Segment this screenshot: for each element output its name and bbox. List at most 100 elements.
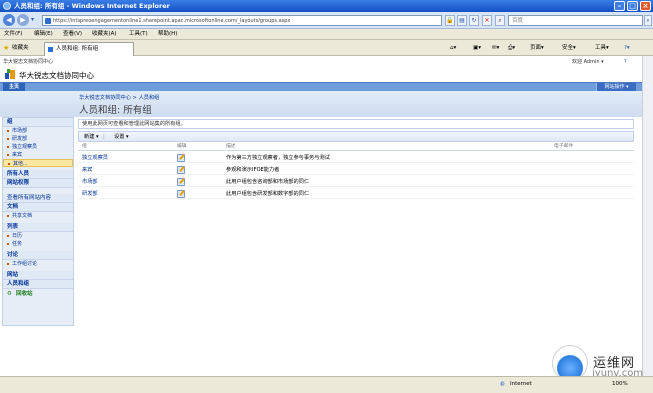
edit-icon[interactable]	[177, 154, 185, 162]
column-group[interactable]: 组	[82, 143, 87, 151]
site-actions-label: 网站操作	[604, 84, 625, 90]
page-title: 人员和组: 所有组	[79, 105, 152, 116]
ql-groups-heading[interactable]: 组	[3, 118, 73, 127]
forward-button[interactable]: ▶	[17, 14, 29, 26]
edit-icon[interactable]	[177, 166, 185, 174]
refresh-icon[interactable]: ↻	[469, 15, 479, 26]
ql-group-item[interactable]: 研发部	[3, 135, 73, 143]
column-email[interactable]: 电子邮件	[554, 143, 573, 151]
history-dropdown-icon[interactable]: ▾	[31, 16, 34, 23]
main-pane: 使用此网页可查看和管理此网站集的所有组。 新建 ▾ | 设置 ▾ 组 编辑 描述…	[78, 117, 634, 326]
breadcrumb: 华大锐志文档协同中心 > 人员和组	[79, 94, 159, 101]
ie-icon	[3, 2, 11, 10]
search-icon[interactable]: ⌕	[644, 15, 652, 26]
list-header: 组 编辑 描述 电子邮件	[78, 143, 634, 151]
welcome-text: 欢迎 Admin	[572, 59, 600, 65]
top-nav-bar: 主页 网站操作 ▾	[0, 82, 642, 92]
group-description: 此用户组包含研发部和数字部的同仁	[226, 191, 310, 197]
zoom-level[interactable]: 100%	[612, 381, 628, 387]
group-name-link[interactable]: 来宾	[82, 165, 92, 175]
menu-file[interactable]: 文件(F)	[4, 29, 22, 40]
home-icon[interactable]: ⌂▾	[450, 44, 456, 53]
menu-view[interactable]: 查看(V)	[63, 29, 82, 40]
edit-icon[interactable]	[177, 178, 185, 186]
stop-icon[interactable]: ✕	[482, 15, 492, 26]
close-button[interactable]: ×	[640, 1, 651, 11]
ql-group-item[interactable]: 独立观察员	[3, 143, 73, 151]
safety-menu-label: 安全	[562, 45, 574, 51]
page-menu[interactable]: 页面▾	[530, 44, 544, 53]
window-title-bar: 人员和组: 所有组 - Windows Internet Explorer – …	[0, 0, 653, 12]
ql-group-item[interactable]: 市场部	[3, 127, 73, 135]
minimize-button[interactable]: –	[614, 1, 625, 11]
menu-help[interactable]: 帮助(H)	[158, 29, 177, 40]
maximize-button[interactable]: □	[627, 1, 638, 11]
breadcrumb-root[interactable]: 华大锐志文档协同中心	[79, 95, 131, 101]
address-bar-row: ◀ ▶ ▾ https://intspreoengagementonline1.…	[0, 12, 653, 29]
ql-documents-heading[interactable]: 文档	[3, 203, 73, 212]
ql-group-item-more[interactable]: 其他...	[3, 159, 73, 167]
print-icon[interactable]: ⎙▾	[508, 44, 515, 53]
settings-menu[interactable]: 设置 ▾	[114, 132, 129, 142]
status-bar: ◍ Internet 100%	[0, 376, 653, 393]
site-title-area: 华大锐志文档协同中心	[0, 67, 642, 82]
global-site-bar: 华大锐志文档协同中心 欢迎 Admin ▾ ?	[0, 58, 642, 66]
tab-current-page[interactable]: 人员和组: 所有组	[44, 42, 134, 56]
menu-edit[interactable]: 编辑(E)	[34, 29, 53, 40]
column-about[interactable]: 描述	[226, 143, 236, 151]
page-icon	[45, 18, 51, 24]
mail-icon[interactable]: ✉▾	[492, 44, 499, 53]
ql-lists-heading[interactable]: 列表	[3, 223, 73, 232]
group-name-link[interactable]: 研发部	[82, 189, 98, 199]
vertical-scrollbar[interactable]	[642, 56, 653, 376]
ql-sites-heading[interactable]: 网站	[3, 271, 73, 280]
table-row: 独立观察员 作为第三方独立观察者，独立参与事务与测试	[78, 153, 634, 163]
back-button[interactable]: ◀	[3, 14, 15, 26]
quick-launch: 组 市场部 研发部 独立观察员 来宾 其他... 所有人员 网站权限 查看所有网…	[2, 117, 74, 326]
lock-icon[interactable]: 🔒	[445, 15, 455, 26]
ql-list-item[interactable]: 日历	[3, 232, 73, 240]
url-text: https://intspreoengagementonline1.sharep…	[53, 18, 291, 24]
search-provider-icon[interactable]: ⌕	[495, 15, 505, 26]
site-help-icon[interactable]: ?	[624, 58, 627, 66]
help-icon[interactable]: ?▾	[624, 44, 630, 53]
menu-favorites[interactable]: 收藏夹(A)	[92, 29, 117, 40]
favorites-button[interactable]: 收藏夹	[2, 43, 31, 53]
compatibility-icon[interactable]: ▤	[457, 15, 467, 26]
tools-menu[interactable]: 工具▾	[595, 44, 609, 53]
menu-tools[interactable]: 工具(T)	[129, 29, 148, 40]
ql-all-people[interactable]: 所有人员	[3, 170, 73, 179]
site-name-link[interactable]: 华大锐志文档协同中心	[3, 58, 53, 66]
table-row: 来宾 参观和演示IFOE能力者	[78, 165, 634, 175]
group-name-link[interactable]: 市场部	[82, 177, 98, 187]
toolbar-divider: |	[103, 134, 105, 140]
breadcrumb-current[interactable]: 人员和组	[139, 95, 160, 101]
ql-group-item[interactable]: 来宾	[3, 151, 73, 159]
ql-site-permissions[interactable]: 网站权限	[3, 179, 73, 188]
welcome-menu[interactable]: 欢迎 Admin ▾	[572, 58, 604, 66]
group-name-link[interactable]: 独立观察员	[82, 153, 108, 163]
url-field[interactable]: https://intspreoengagementonline1.sharep…	[42, 15, 442, 26]
new-menu[interactable]: 新建 ▾	[84, 132, 99, 142]
ql-recycle-bin[interactable]: ♻ 回收站	[3, 289, 73, 300]
page-menu-label: 页面	[530, 45, 542, 51]
ql-discussion-item[interactable]: 工作组讨论	[3, 260, 73, 268]
ql-discussions-heading[interactable]: 讨论	[3, 251, 73, 260]
ql-people-groups-heading[interactable]: 人员和组	[3, 280, 73, 289]
window-title: 人员和组: 所有组 - Windows Internet Explorer	[14, 2, 170, 10]
site-logo-icon	[5, 69, 15, 79]
recycle-bin-icon: ♻	[7, 291, 12, 297]
ql-list-item[interactable]: 任务	[3, 240, 73, 248]
feeds-icon[interactable]: ▣▾	[473, 44, 481, 53]
list-toolbar: 新建 ▾ | 设置 ▾	[78, 131, 634, 142]
security-zone: Internet	[510, 381, 532, 387]
safety-menu[interactable]: 安全▾	[562, 44, 576, 53]
ql-view-all-content[interactable]: 查看所有网站内容	[3, 194, 73, 203]
site-title[interactable]: 华大锐志文档协同中心	[19, 70, 94, 81]
ql-document-item[interactable]: 共享文档	[3, 212, 73, 220]
table-row: 市场部 此用户组包含咨询部和市场部的同仁	[78, 177, 634, 187]
search-input[interactable]: 百度	[508, 15, 643, 26]
page-description: 使用此网页可查看和管理此网站集的所有组。	[78, 119, 634, 129]
new-menu-label: 新建	[84, 134, 95, 140]
edit-icon[interactable]	[177, 190, 185, 198]
